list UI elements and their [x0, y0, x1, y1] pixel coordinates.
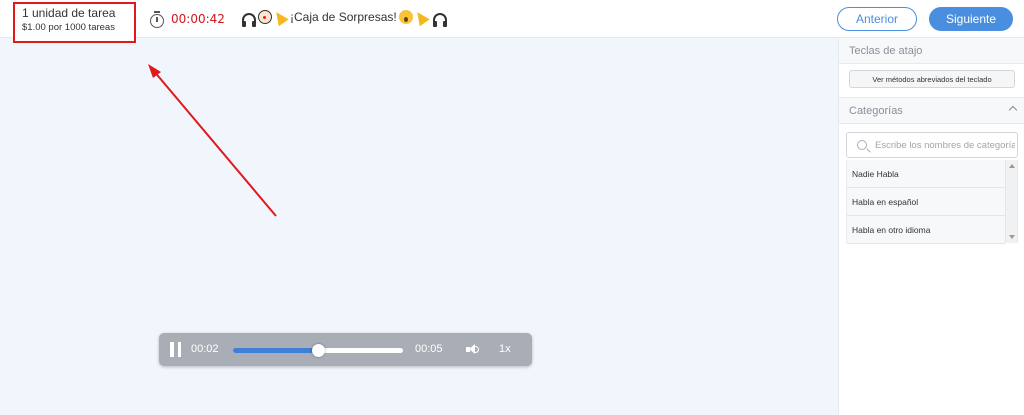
search-icon: [857, 140, 867, 150]
pause-icon[interactable]: [170, 342, 181, 357]
task-timer: 00:00:42: [150, 9, 225, 29]
timer-value: 00:00:42: [171, 12, 225, 26]
progress-fill: [233, 348, 318, 353]
next-button[interactable]: Siguiente: [929, 7, 1013, 31]
progress-thumb[interactable]: [311, 344, 325, 357]
party-popper-icon: [412, 8, 430, 26]
top-bar: 1 unidad de tarea $1.00 por 1000 tareas …: [0, 0, 1024, 43]
surprise-banner: ¡Caja de Sorpresas!: [242, 8, 449, 27]
category-item[interactable]: Habla en otro idioma: [847, 216, 1005, 244]
categories-title: Categorías: [849, 105, 903, 117]
progress-track[interactable]: [233, 344, 403, 357]
category-search[interactable]: [846, 132, 1018, 158]
task-info-box: 1 unidad de tarea $1.00 por 1000 tareas: [13, 2, 136, 43]
headphones-icon: [242, 13, 256, 27]
duration: 00:05: [415, 343, 443, 355]
scroll-down-arrow-icon[interactable]: [1009, 235, 1015, 239]
task-price: $1.00 por 1000 tareas: [22, 22, 115, 33]
headphones-icon: [432, 13, 447, 27]
audio-player: 00:02 00:05 1x: [159, 333, 532, 366]
current-time: 00:02: [191, 343, 219, 355]
view-shortcuts-button[interactable]: Ver métodos abreviados del teclado: [849, 70, 1015, 88]
surprise-text: ¡Caja de Sorpresas!: [290, 10, 397, 24]
scroll-up-arrow-icon[interactable]: [1009, 164, 1015, 168]
playback-speed[interactable]: 1x: [499, 343, 511, 355]
category-search-input[interactable]: [875, 139, 1015, 151]
previous-button[interactable]: Anterior: [837, 7, 917, 31]
side-panel: Teclas de atajo Ver métodos abreviados d…: [838, 38, 1024, 415]
category-scrollbar[interactable]: [1005, 160, 1017, 243]
category-list: Nadie Habla Habla en español Habla en ot…: [846, 160, 1018, 244]
categories-header[interactable]: Categorías: [839, 98, 1024, 124]
stopwatch-icon: [150, 10, 165, 28]
party-popper-icon: [271, 8, 289, 26]
task-units: 1 unidad de tarea: [22, 6, 116, 20]
surprised-face-icon: [398, 10, 413, 24]
clown-icon: [258, 10, 272, 24]
volume-icon[interactable]: [466, 344, 480, 356]
category-item[interactable]: Habla en español: [847, 188, 1005, 216]
chevron-up-icon[interactable]: [1008, 105, 1018, 115]
category-item[interactable]: Nadie Habla: [847, 160, 1005, 188]
shortcuts-section: Ver métodos abreviados del teclado: [839, 64, 1024, 98]
shortcuts-header: Teclas de atajo: [839, 38, 1024, 64]
